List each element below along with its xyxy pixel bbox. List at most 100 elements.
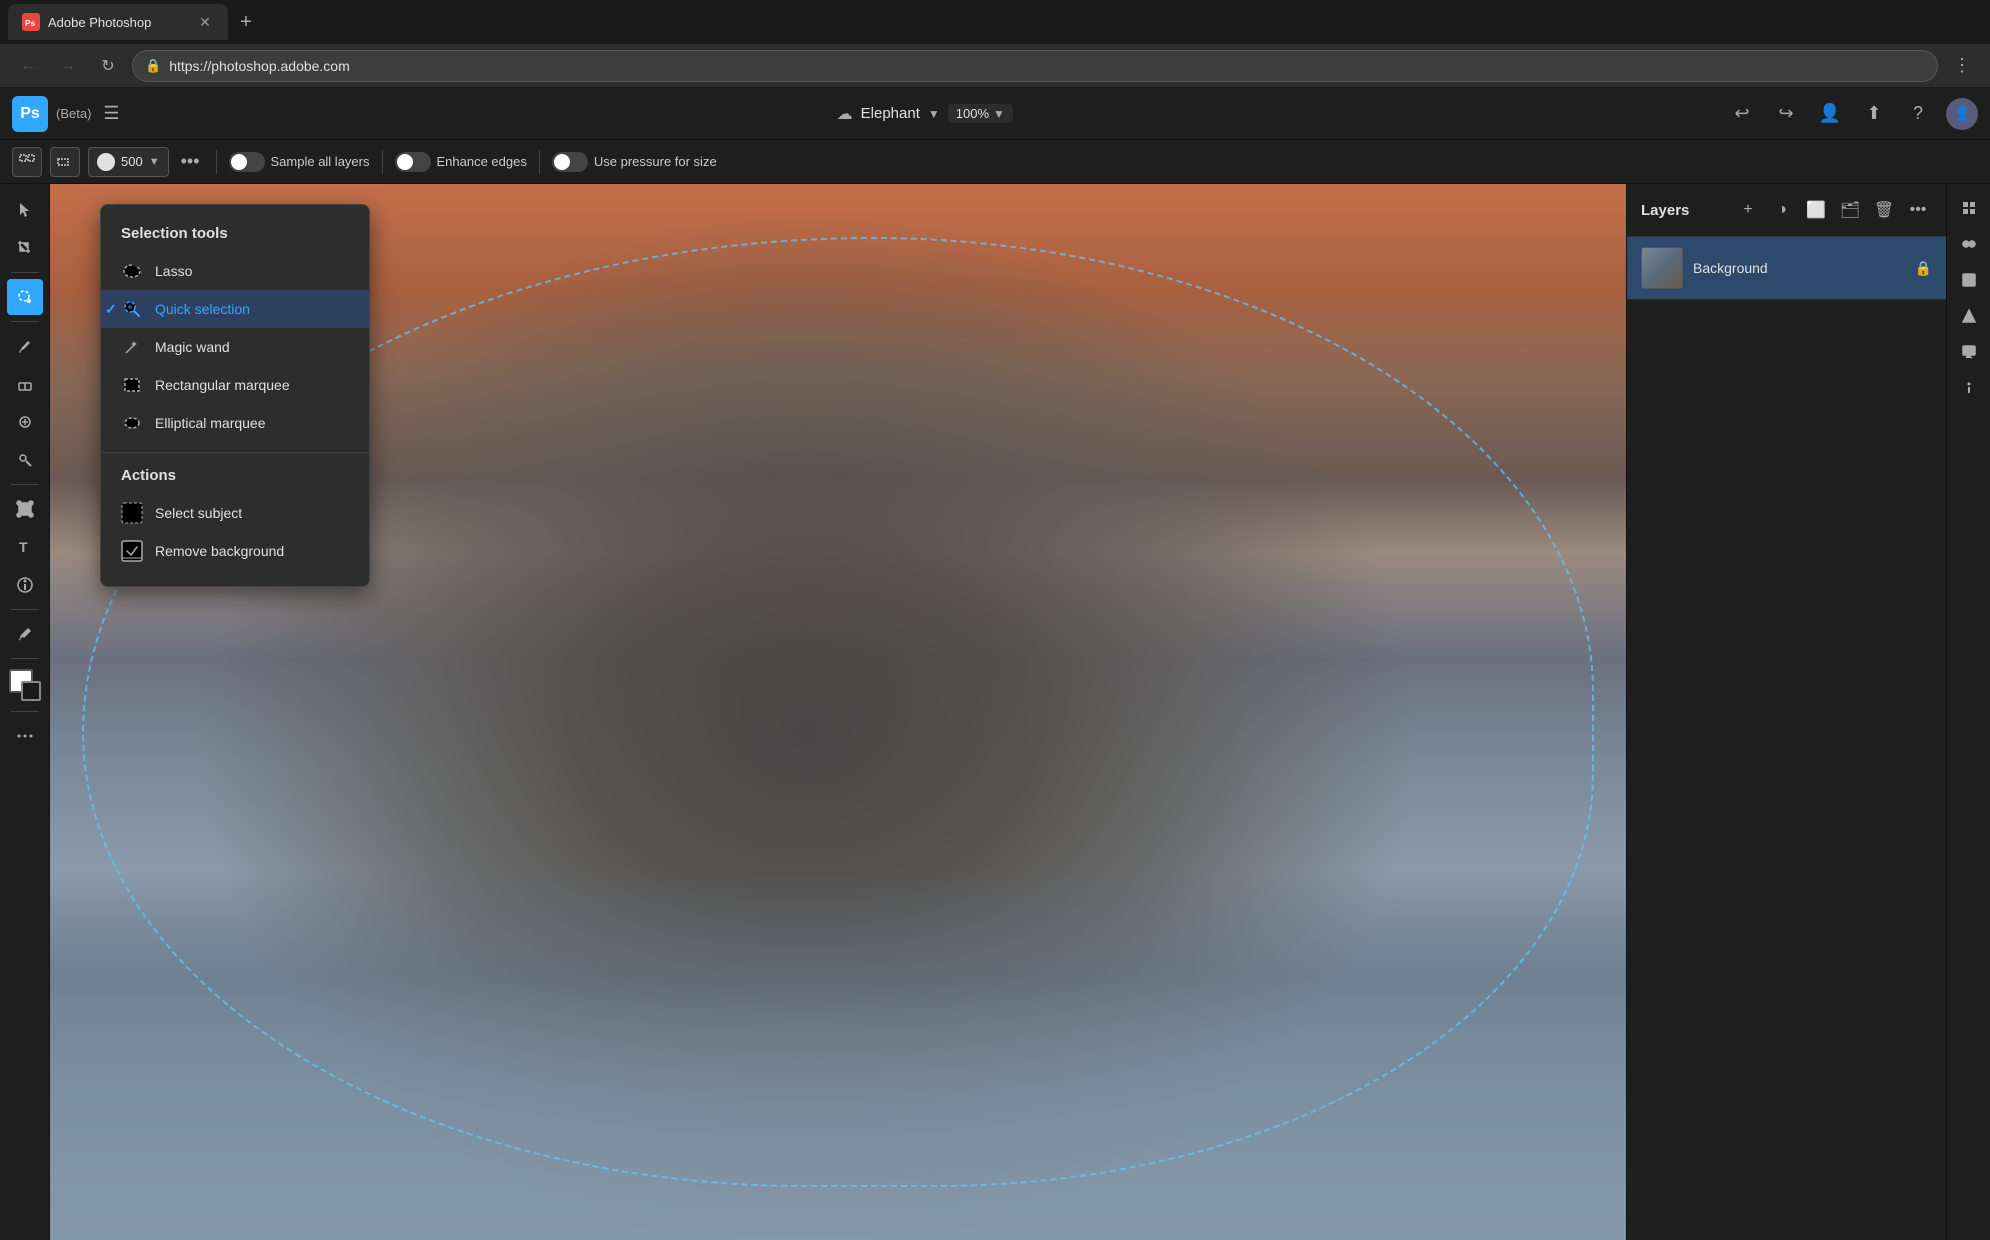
extra-tools-button[interactable]	[7, 718, 43, 754]
lasso-tool-item[interactable]: Lasso	[101, 252, 369, 290]
elliptical-marquee-icon	[121, 412, 143, 434]
subtract-selection-btn[interactable]	[50, 147, 80, 177]
selection-tool-button[interactable]	[7, 192, 43, 228]
app-beta-label: (Beta)	[56, 106, 91, 121]
user-icon-button[interactable]: 👤	[1814, 98, 1846, 130]
active-checkmark: ✓	[105, 301, 117, 318]
tab-title: Adobe Photoshop	[48, 15, 188, 30]
layers-toolbar: + ◑ ⬜ 🗂 🗑 •••	[1734, 196, 1932, 224]
context-aware-tool-button[interactable]	[7, 567, 43, 603]
magic-wand-label: Magic wand	[155, 339, 230, 355]
app-container: Ps (Beta) ☰ ☁ Elephant ▼ 100% ▼ ↩ ↪ 👤 ⬆ …	[0, 88, 1990, 1240]
magic-wand-icon	[121, 336, 143, 358]
healing-tool-button[interactable]	[7, 404, 43, 440]
filter-layers-button[interactable]: ◑	[1768, 196, 1796, 224]
tab-favicon: Ps	[22, 13, 40, 31]
remove-background-icon	[121, 540, 143, 562]
ps-logo: Ps	[12, 96, 48, 132]
menu-divider	[101, 452, 369, 453]
tool-separator-3	[11, 484, 39, 485]
help-button[interactable]: ?	[1902, 98, 1934, 130]
add-layer-button[interactable]: +	[1734, 196, 1762, 224]
pressure-toggle[interactable]	[552, 152, 588, 172]
clone-stamp-tool-button[interactable]	[7, 442, 43, 478]
enhance-edges-toggle[interactable]	[395, 152, 431, 172]
tool-separator-2	[11, 321, 39, 322]
avatar[interactable]: 👤	[1946, 98, 1978, 130]
color-swatch[interactable]	[9, 669, 41, 701]
transform-tool-button[interactable]	[7, 491, 43, 527]
more-options-button[interactable]: •••	[177, 151, 204, 172]
adjustments-panel-toggle[interactable]	[1953, 228, 1985, 260]
mask-button[interactable]: ⬜	[1802, 196, 1830, 224]
brush-preview	[97, 153, 115, 171]
browser-tabs-bar: Ps Adobe Photoshop ✕ +	[0, 0, 1990, 44]
eyedropper-tool-button[interactable]	[7, 616, 43, 652]
elliptical-marquee-label: Elliptical marquee	[155, 415, 266, 431]
rectangular-marquee-item[interactable]: Rectangular marquee	[101, 366, 369, 404]
new-tab-button[interactable]: +	[232, 8, 260, 36]
zoom-control[interactable]: 100% ▼	[948, 104, 1013, 123]
eraser-tool-button[interactable]	[7, 366, 43, 402]
layers-panel: Layers + ◑ ⬜ 🗂 🗑 ••• Background	[1626, 184, 1946, 1240]
url-text: https://photoshop.adobe.com	[169, 58, 350, 74]
comments-panel-toggle[interactable]	[1953, 336, 1985, 368]
header-actions: ↩ ↪ 👤 ⬆ ? 👤	[1726, 98, 1978, 130]
share-button[interactable]: ⬆	[1858, 98, 1890, 130]
group-button[interactable]: 🗂	[1836, 196, 1864, 224]
browser-chrome: Ps Adobe Photoshop ✕ + ← → ↻ 🔒 https://p…	[0, 0, 1990, 88]
add-selection-btn[interactable]	[12, 147, 42, 177]
redo-button[interactable]: ↪	[1770, 98, 1802, 130]
undo-button[interactable]: ↩	[1726, 98, 1758, 130]
options-toolbar: 500 ▼ ••• Sample all layers Enhance edge…	[0, 140, 1990, 184]
doc-name-chevron-icon[interactable]: ▼	[928, 107, 940, 121]
back-button[interactable]: ←	[12, 50, 44, 82]
layer-thumbnail	[1641, 247, 1683, 289]
header-center: ☁ Elephant ▼ 100% ▼	[132, 104, 1718, 124]
elliptical-marquee-item[interactable]: Elliptical marquee	[101, 404, 369, 442]
layers-panel-toggle[interactable]	[1953, 192, 1985, 224]
tab-close-button[interactable]: ✕	[196, 13, 214, 31]
crop-tool-button[interactable]	[7, 230, 43, 266]
layers-panel-header: Layers + ◑ ⬜ 🗂 🗑 •••	[1627, 184, 1946, 237]
right-sidebar	[1946, 184, 1990, 1240]
reload-button[interactable]: ↻	[92, 50, 124, 82]
delete-layer-button[interactable]: 🗑	[1870, 196, 1898, 224]
hamburger-menu[interactable]: ☰	[99, 99, 123, 128]
layer-thumb-img	[1642, 248, 1682, 288]
cloud-icon: ☁	[837, 104, 853, 124]
address-bar[interactable]: 🔒 https://photoshop.adobe.com	[132, 50, 1938, 82]
active-browser-tab[interactable]: Ps Adobe Photoshop ✕	[8, 4, 228, 40]
background-color[interactable]	[21, 681, 41, 701]
quick-selection-tool-button[interactable]	[7, 279, 43, 315]
canvas-area[interactable]: Selection tools Lasso ✓ Quick selection	[50, 184, 1626, 1240]
properties-panel-toggle[interactable]	[1953, 300, 1985, 332]
info-panel-toggle[interactable]	[1953, 372, 1985, 404]
toolbar-divider-3	[539, 150, 540, 174]
history-panel-toggle[interactable]	[1953, 264, 1985, 296]
select-subject-item[interactable]: Select subject	[101, 494, 369, 532]
layer-row-background[interactable]: Background 🔒	[1627, 237, 1946, 300]
left-toolbar: T	[0, 184, 50, 1240]
layers-more-button[interactable]: •••	[1904, 196, 1932, 224]
select-subject-label: Select subject	[155, 505, 242, 521]
right-panel-area: Layers + ◑ ⬜ 🗂 🗑 ••• Background	[1626, 184, 1990, 1240]
remove-background-label: Remove background	[155, 543, 284, 559]
toolbar-divider-2	[382, 150, 383, 174]
svg-text:T: T	[19, 539, 28, 555]
brush-tool-button[interactable]	[7, 328, 43, 364]
sample-all-layers-toggle[interactable]	[229, 152, 265, 172]
forward-button[interactable]: →	[52, 50, 84, 82]
sample-all-layers-label: Sample all layers	[271, 154, 370, 169]
lasso-label: Lasso	[155, 263, 192, 279]
brush-size-control[interactable]: 500 ▼	[88, 147, 169, 177]
zoom-value: 100%	[956, 106, 989, 121]
browser-menu-button[interactable]: ⋮	[1946, 50, 1978, 82]
brush-size-chevron-icon: ▼	[149, 156, 160, 168]
toolbar-divider-1	[216, 150, 217, 174]
actions-section-title: Actions	[101, 463, 369, 494]
magic-wand-item[interactable]: Magic wand	[101, 328, 369, 366]
text-tool-button[interactable]: T	[7, 529, 43, 565]
remove-background-item[interactable]: Remove background	[101, 532, 369, 570]
quick-selection-item[interactable]: ✓ Quick selection	[101, 290, 369, 328]
